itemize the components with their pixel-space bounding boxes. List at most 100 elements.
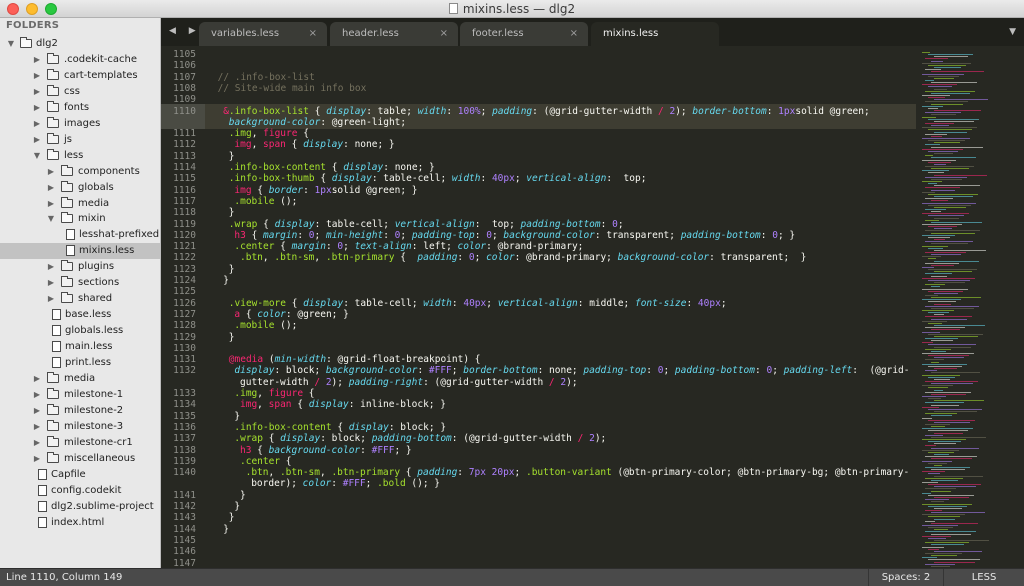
minimap-line — [925, 348, 951, 350]
folder-item[interactable]: ▶ media — [0, 371, 160, 387]
minimap-line — [928, 215, 964, 217]
code-line: .img, figure { — [234, 388, 315, 399]
tab-close-icon[interactable]: × — [440, 22, 448, 46]
folder-item[interactable]: ▼ dlg2 — [0, 36, 160, 52]
folder-item[interactable]: ▶ .codekit-cache — [0, 52, 160, 68]
folder-item[interactable]: ▶ cart-templates — [0, 68, 160, 84]
indentation-selector[interactable]: Spaces: 2 — [868, 569, 944, 586]
minimap-line — [922, 449, 959, 451]
file-item[interactable]: mixins.less — [0, 243, 160, 260]
folder-item[interactable]: ▶ shared — [0, 291, 160, 307]
code-line: .info-box-content { display: none; } — [228, 162, 435, 173]
tab-label: header.less — [342, 28, 399, 39]
line-number: 1108 — [173, 82, 196, 94]
disclosure-closed-icon[interactable]: ▶ — [32, 132, 42, 148]
folder-item[interactable]: ▶ sections — [0, 275, 160, 291]
minimap-line — [922, 148, 963, 150]
minimap-line — [925, 187, 960, 189]
disclosure-closed-icon[interactable]: ▶ — [46, 275, 56, 291]
line-number: 1107 — [173, 71, 196, 83]
folder-item[interactable]: ▶ media — [0, 196, 160, 212]
minimap-line — [934, 421, 970, 423]
disclosure-closed-icon[interactable]: ▶ — [32, 68, 42, 84]
file-item[interactable]: lesshat-prefixed.less — [0, 227, 160, 243]
folder-item[interactable]: ▶ milestone-2 — [0, 403, 160, 419]
file-item[interactable]: globals.less — [0, 323, 160, 339]
tab-close-icon[interactable]: × — [570, 22, 578, 46]
disclosure-closed-icon[interactable]: ▶ — [46, 196, 56, 212]
minimap-line — [934, 88, 947, 90]
folder-item[interactable]: ▶ miscellaneous — [0, 451, 160, 467]
file-item[interactable]: main.less — [0, 339, 160, 355]
disclosure-closed-icon[interactable]: ▶ — [32, 419, 42, 435]
minimap-line — [928, 312, 949, 314]
disclosure-closed-icon[interactable]: ▶ — [46, 180, 56, 196]
tree-item-label: css — [64, 85, 80, 97]
tab-nav-arrows-icon[interactable]: ◀ ▶ — [169, 26, 201, 36]
tab-footer[interactable]: footer.less × — [460, 22, 588, 46]
tab-close-icon[interactable]: × — [309, 22, 317, 46]
disclosure-closed-icon[interactable]: ▶ — [46, 164, 56, 180]
folder-item[interactable]: ▶ js — [0, 132, 160, 148]
minimap-line — [928, 355, 969, 357]
tree-item-label: index.html — [51, 516, 105, 528]
minimap-line — [925, 284, 945, 286]
minimap-line — [928, 441, 961, 443]
disclosure-closed-icon[interactable]: ▶ — [32, 100, 42, 116]
disclosure-closed-icon[interactable]: ▶ — [32, 84, 42, 100]
disclosure-closed-icon[interactable]: ▶ — [32, 371, 42, 387]
minimap-line — [922, 342, 933, 344]
minimap-line — [922, 191, 935, 193]
line-number: 1144 — [173, 523, 196, 535]
folder-item[interactable]: ▼ less — [0, 148, 160, 164]
disclosure-closed-icon[interactable]: ▶ — [32, 451, 42, 467]
title-bar: mixins.less — dlg2 — [0, 0, 1024, 18]
folder-item[interactable]: ▶ milestone-3 — [0, 419, 160, 435]
disclosure-closed-icon[interactable]: ▶ — [46, 259, 56, 275]
minimap-line — [934, 163, 946, 165]
line-number: 1145 — [173, 534, 196, 546]
minimap-line — [925, 176, 967, 178]
disclosure-open-icon[interactable]: ▼ — [32, 148, 42, 164]
disclosure-closed-icon[interactable]: ▶ — [32, 403, 42, 419]
tree-item-label: media — [78, 197, 110, 209]
tab-header[interactable]: header.less × — [330, 22, 458, 46]
minimap-line — [928, 344, 976, 346]
folder-item[interactable]: ▶ plugins — [0, 259, 160, 275]
file-item[interactable]: index.html — [0, 515, 160, 531]
disclosure-closed-icon[interactable]: ▶ — [32, 435, 42, 451]
minimap[interactable] — [916, 46, 1024, 568]
line-number: 1117 — [173, 195, 196, 207]
minimap-line — [934, 550, 982, 552]
folder-item[interactable]: ▶ globals — [0, 180, 160, 196]
minimap-line — [925, 316, 972, 318]
tab-mixins[interactable]: mixins.less — [591, 22, 719, 46]
tab-menu-chevron-icon[interactable]: ▼ — [1009, 27, 1016, 37]
folder-item[interactable]: ▶ milestone-1 — [0, 387, 160, 403]
disclosure-open-icon[interactable]: ▼ — [6, 36, 16, 52]
folder-item[interactable]: ▶ components — [0, 164, 160, 180]
file-item[interactable]: base.less — [0, 307, 160, 323]
folder-item[interactable]: ▶ images — [0, 116, 160, 132]
folder-item[interactable]: ▼ mixin — [0, 211, 160, 227]
folder-item[interactable]: ▶ milestone-cr1 — [0, 435, 160, 451]
disclosure-closed-icon[interactable]: ▶ — [32, 52, 42, 68]
disclosure-closed-icon[interactable]: ▶ — [46, 291, 56, 307]
file-item[interactable]: dlg2.sublime-project — [0, 499, 160, 515]
disclosure-closed-icon[interactable]: ▶ — [32, 116, 42, 132]
disclosure-closed-icon[interactable]: ▶ — [32, 387, 42, 403]
disclosure-open-icon[interactable]: ▼ — [46, 211, 56, 227]
file-item[interactable]: config.codekit — [0, 483, 160, 499]
folder-item[interactable]: ▶ fonts — [0, 100, 160, 116]
code-line: // .info-box-list — [217, 71, 315, 83]
minimap-line — [934, 368, 957, 370]
file-item[interactable]: Capfile — [0, 467, 160, 483]
minimap-line — [931, 393, 966, 395]
folder-item[interactable]: ▶ css — [0, 84, 160, 100]
tab-variables[interactable]: variables.less × — [199, 22, 327, 46]
code-editor[interactable]: 1105 1106 1107 1108 1109 1110 1111 1112 1113 1114… — [161, 46, 916, 568]
syntax-selector[interactable]: LESS — [944, 569, 1024, 586]
minimap-line — [934, 271, 972, 273]
file-item[interactable]: print.less — [0, 355, 160, 371]
file-icon — [38, 500, 47, 512]
